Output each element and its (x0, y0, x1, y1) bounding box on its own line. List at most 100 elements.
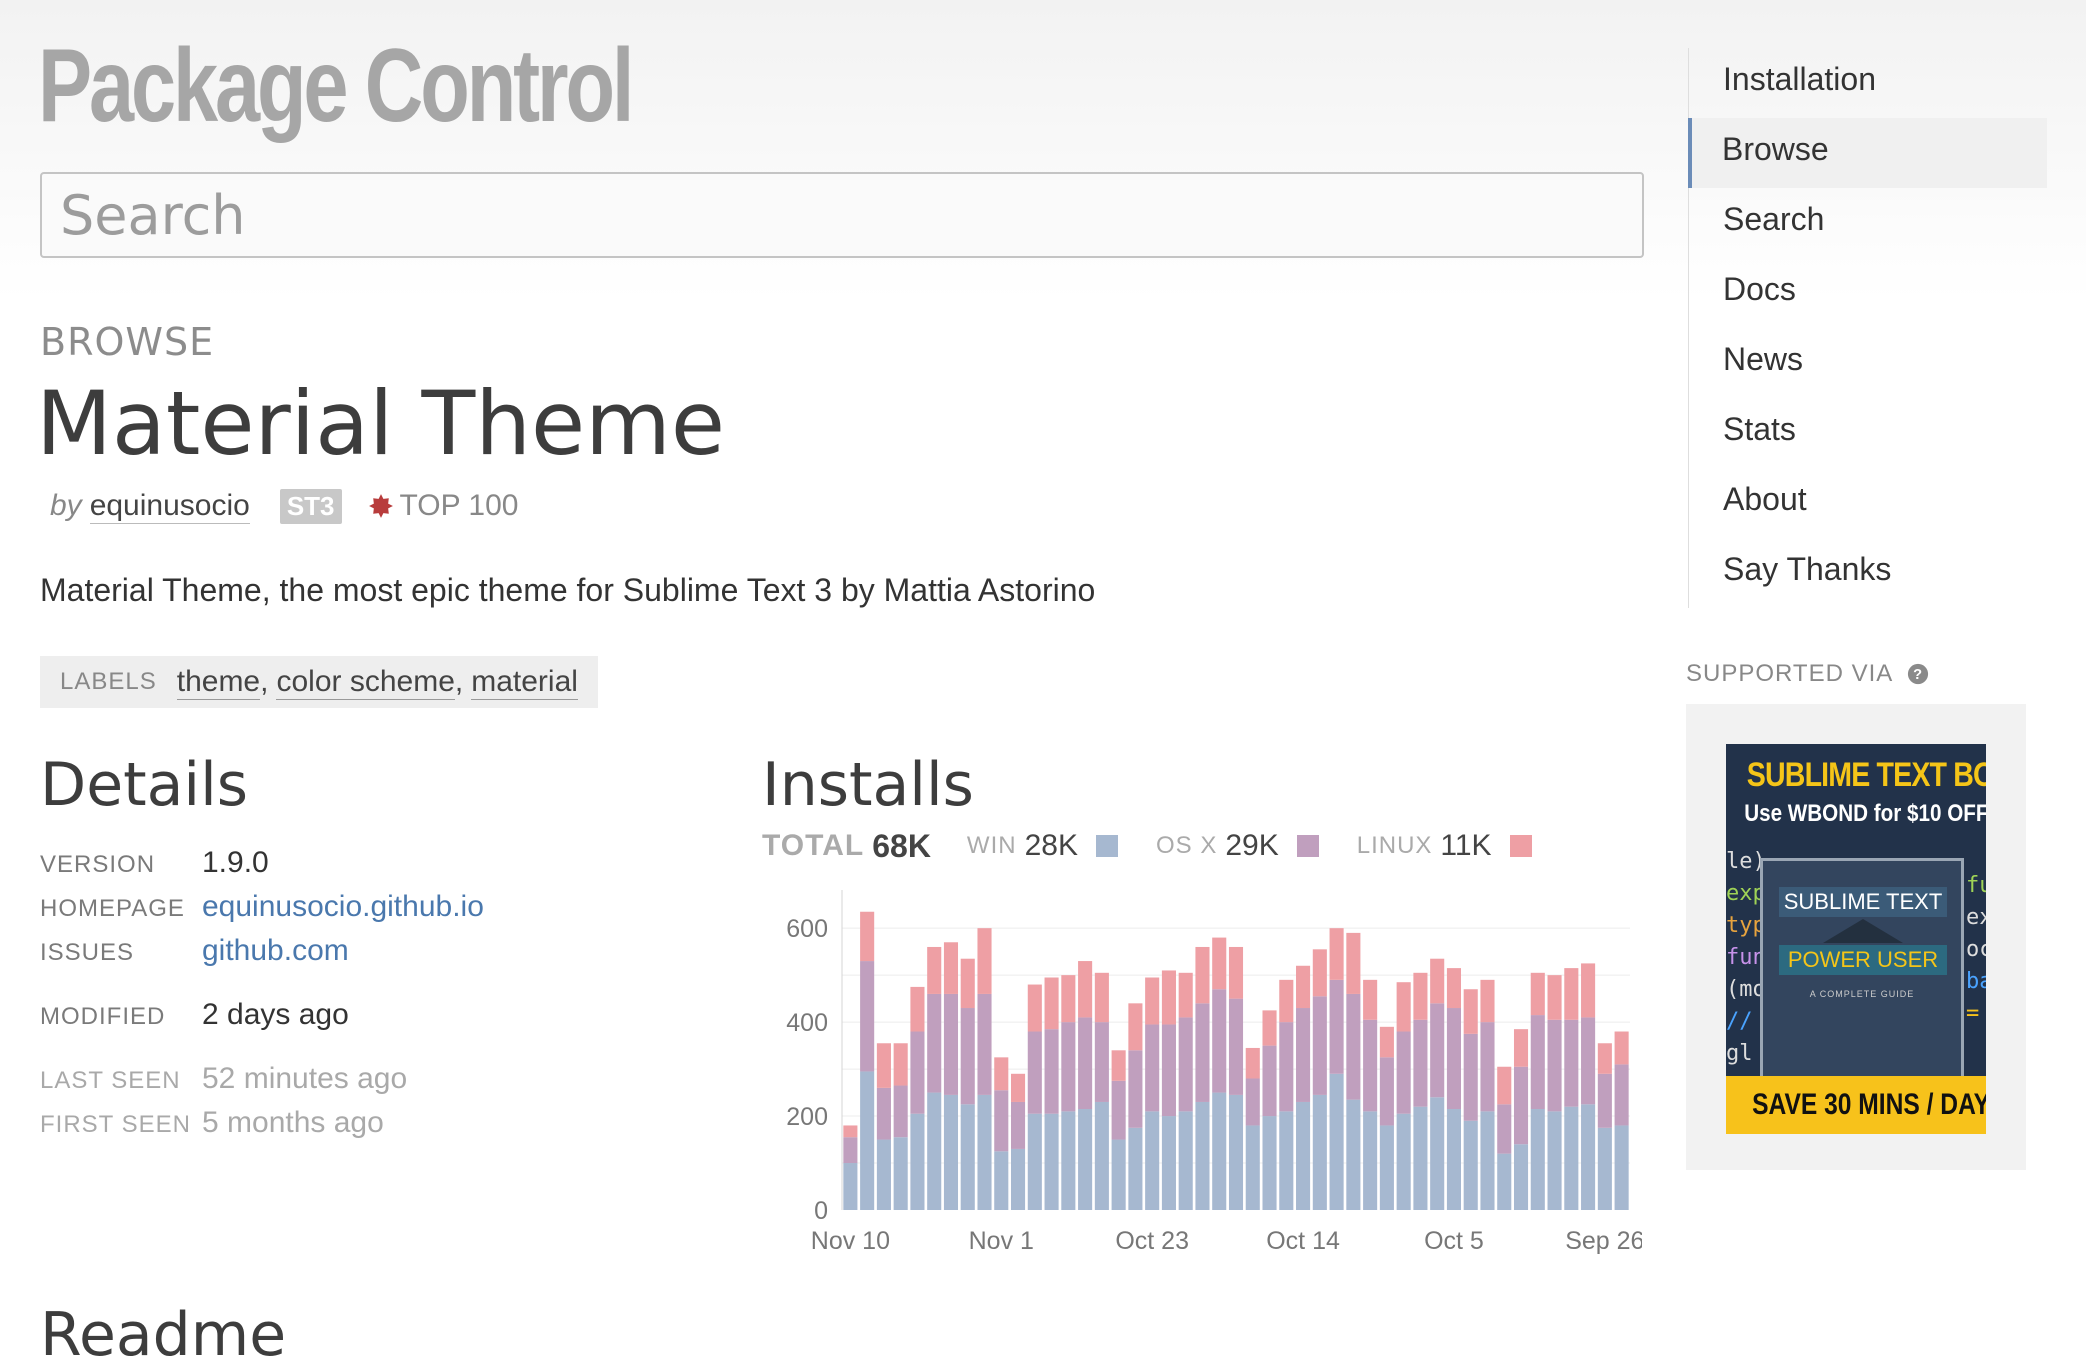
bar-segment-win[interactable] (1581, 1104, 1596, 1210)
bar-segment-osx[interactable] (1044, 1029, 1059, 1114)
bar-segment-osx[interactable] (1430, 1003, 1445, 1098)
bar-segment-win[interactable] (977, 1094, 992, 1210)
search-input[interactable] (40, 172, 1644, 258)
bar-segment-linux[interactable] (1329, 928, 1344, 980)
bar-segment-win[interactable] (1312, 1094, 1327, 1210)
homepage-link[interactable]: equinusocio.github.io (202, 890, 484, 924)
bar-segment-osx[interactable] (1128, 1050, 1143, 1128)
bar-segment-osx[interactable] (1379, 1057, 1394, 1126)
nav-item-about[interactable]: About (1689, 468, 2047, 538)
bar-segment-osx[interactable] (1463, 1033, 1478, 1121)
bar-segment-linux[interactable] (1547, 975, 1562, 1020)
bar-segment-osx[interactable] (1111, 1080, 1126, 1140)
bar-segment-linux[interactable] (860, 911, 875, 962)
bar-segment-win[interactable] (1564, 1106, 1579, 1210)
bar-segment-osx[interactable] (1178, 1017, 1193, 1112)
bar-segment-linux[interactable] (994, 1057, 1009, 1091)
bar-segment-linux[interactable] (1530, 972, 1545, 1016)
bar-segment-win[interactable] (1614, 1125, 1629, 1210)
label-link[interactable]: material (471, 665, 578, 700)
bar-segment-win[interactable] (1061, 1111, 1076, 1210)
bar-segment-win[interactable] (1279, 1111, 1294, 1210)
bar-segment-win[interactable] (1530, 1109, 1545, 1210)
bar-segment-osx[interactable] (1061, 1022, 1076, 1112)
bar-segment-osx[interactable] (1312, 996, 1327, 1095)
bar-segment-linux[interactable] (843, 1125, 858, 1138)
bar-segment-win[interactable] (1463, 1120, 1478, 1210)
bar-segment-osx[interactable] (1446, 1008, 1461, 1110)
bar-segment-linux[interactable] (1497, 1066, 1512, 1105)
nav-item-docs[interactable]: Docs (1689, 258, 2047, 328)
bar-segment-osx[interactable] (927, 993, 942, 1093)
nav-item-browse[interactable]: Browse (1688, 118, 2047, 188)
bar-segment-osx[interactable] (1296, 1008, 1311, 1102)
bar-segment-osx[interactable] (1513, 1066, 1529, 1145)
bar-segment-osx[interactable] (1279, 1022, 1294, 1112)
top-100-badge[interactable]: TOP 100 (400, 489, 519, 523)
label-link[interactable]: theme (176, 665, 261, 700)
bar-segment-linux[interactable] (1379, 1026, 1394, 1058)
bar-segment-osx[interactable] (1581, 1017, 1596, 1105)
bar-segment-linux[interactable] (1212, 937, 1227, 990)
bar-segment-osx[interactable] (876, 1087, 891, 1140)
bar-segment-win[interactable] (1128, 1127, 1143, 1210)
bar-segment-linux[interactable] (1161, 970, 1176, 1025)
bar-segment-win[interactable] (960, 1104, 975, 1210)
bar-segment-win[interactable] (1379, 1125, 1394, 1210)
bar-segment-osx[interactable] (1245, 1078, 1260, 1126)
issues-link[interactable]: github.com (202, 934, 349, 968)
bar-segment-osx[interactable] (1195, 1003, 1210, 1102)
bar-segment-linux[interactable] (1061, 975, 1076, 1023)
bar-segment-win[interactable] (910, 1113, 925, 1210)
bar-segment-osx[interactable] (1027, 1031, 1042, 1114)
bar-segment-linux[interactable] (1262, 1010, 1277, 1046)
bar-segment-linux[interactable] (1044, 977, 1059, 1030)
bar-segment-win[interactable] (1446, 1109, 1461, 1210)
bar-segment-win[interactable] (1363, 1111, 1378, 1210)
bar-segment-linux[interactable] (1245, 1047, 1260, 1079)
bar-segment-win[interactable] (1011, 1148, 1026, 1210)
nav-item-say-thanks[interactable]: Say Thanks (1689, 538, 2047, 608)
bar-segment-osx[interactable] (1212, 989, 1227, 1093)
bar-segment-osx[interactable] (1329, 979, 1344, 1074)
bar-segment-osx[interactable] (843, 1137, 858, 1164)
bar-segment-win[interactable] (843, 1163, 858, 1210)
bar-segment-osx[interactable] (1228, 998, 1244, 1095)
bar-segment-win[interactable] (1497, 1153, 1512, 1210)
bar-segment-osx[interactable] (960, 1008, 975, 1105)
bar-segment-linux[interactable] (893, 1043, 908, 1086)
bar-segment-osx[interactable] (1480, 1022, 1495, 1112)
bar-segment-linux[interactable] (1346, 932, 1361, 994)
sponsor-ad[interactable]: SUBLIME TEXT BOOK Use WBOND for $10 OFF … (1726, 744, 1986, 1134)
bar-segment-linux[interactable] (977, 928, 992, 994)
bar-segment-win[interactable] (1296, 1101, 1311, 1210)
bar-segment-osx[interactable] (977, 993, 992, 1095)
bar-segment-linux[interactable] (1480, 979, 1495, 1023)
bar-segment-osx[interactable] (860, 961, 875, 1072)
bar-segment-linux[interactable] (960, 958, 975, 1009)
bar-segment-linux[interactable] (1446, 968, 1461, 1009)
bar-segment-linux[interactable] (1145, 977, 1160, 1025)
author-link[interactable]: equinusocio (89, 489, 250, 524)
bar-segment-win[interactable] (1044, 1113, 1059, 1210)
bar-segment-osx[interactable] (1011, 1101, 1026, 1149)
bar-segment-linux[interactable] (1128, 1003, 1143, 1051)
bar-segment-win[interactable] (1262, 1116, 1277, 1210)
bar-segment-osx[interactable] (1396, 1031, 1411, 1114)
bar-segment-linux[interactable] (1513, 1029, 1529, 1067)
bar-segment-linux[interactable] (876, 1043, 891, 1088)
bar-segment-linux[interactable] (1597, 1043, 1612, 1074)
bar-segment-win[interactable] (893, 1137, 908, 1210)
bar-segment-linux[interactable] (1614, 1031, 1629, 1065)
question-circle-icon[interactable]: ? (1907, 663, 1929, 685)
bar-segment-osx[interactable] (1614, 1064, 1629, 1126)
bar-segment-linux[interactable] (1396, 982, 1411, 1032)
bar-segment-linux[interactable] (943, 942, 959, 994)
bar-segment-win[interactable] (1195, 1101, 1210, 1210)
bar-segment-osx[interactable] (1564, 1019, 1579, 1107)
bar-segment-win[interactable] (1094, 1101, 1109, 1210)
bar-segment-win[interactable] (876, 1139, 891, 1210)
bar-segment-linux[interactable] (910, 986, 925, 1032)
bar-segment-win[interactable] (943, 1094, 959, 1210)
bar-segment-win[interactable] (1111, 1139, 1126, 1210)
